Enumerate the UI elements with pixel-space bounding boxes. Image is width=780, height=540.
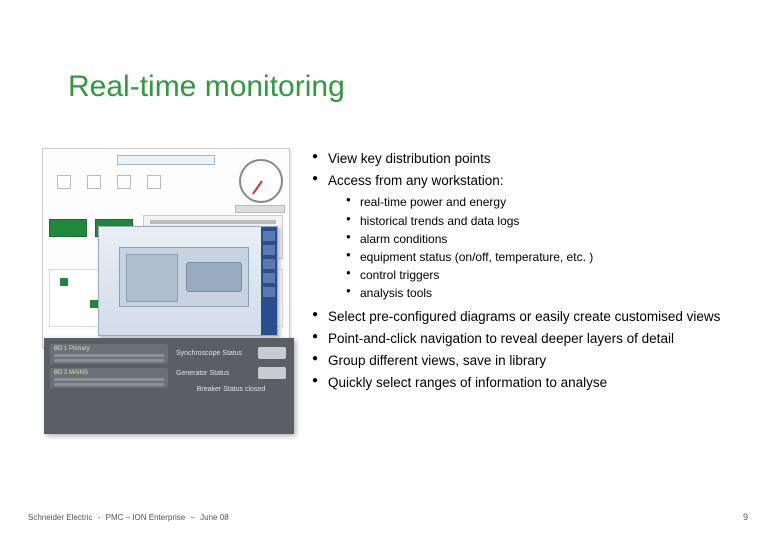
sub-bullet-item: analysis tools	[346, 285, 744, 301]
bullet-item: View key distribution points	[312, 150, 744, 168]
footer-date: June 08	[200, 513, 228, 522]
page-number: 9	[743, 512, 748, 522]
bullet-item: Access from any workstation: real-time p…	[312, 172, 744, 301]
sub-bullet-item: real-time power and energy	[346, 194, 744, 210]
sub-bullet-item: historical trends and data logs	[346, 213, 744, 229]
sub-bullet-item: equipment status (on/off, temperature, e…	[346, 249, 744, 265]
sub-bullet-item: alarm conditions	[346, 231, 744, 247]
footer-company: Schneider Electric	[28, 513, 92, 522]
generator-thumbnail	[98, 226, 278, 336]
bullet-item: Quickly select ranges of information to …	[312, 374, 744, 392]
bullet-item: Select pre-configured diagrams or easily…	[312, 308, 744, 326]
status-panel-thumbnail: BD 1 Primary BD 2 MAINS Synchroscope Sta…	[44, 338, 294, 434]
bullet-item: Group different views, save in library	[312, 352, 744, 370]
bullet-content: View key distribution points Access from…	[312, 150, 744, 396]
footer: Schneider Electric - PMC – ION Enterpris…	[28, 513, 229, 522]
gauge-icon	[239, 159, 283, 203]
sub-bullet-item: control triggers	[346, 267, 744, 283]
slide-title: Real-time monitoring	[68, 70, 345, 104]
screenshot-collage: BD 1 Primary BD 2 MAINS Synchroscope Sta…	[42, 148, 298, 428]
footer-product: PMC – ION Enterprise	[106, 513, 186, 522]
bullet-text: Access from any workstation:	[328, 173, 504, 188]
bullet-item: Point-and-click navigation to reveal dee…	[312, 330, 744, 348]
